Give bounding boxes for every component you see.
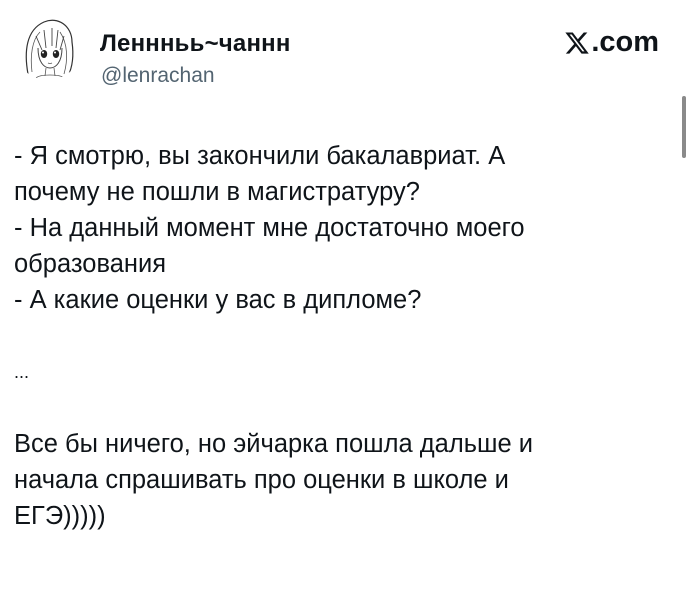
tweet-line: Все бы ничего, но эйчарка пошла дальше и xyxy=(14,430,533,458)
tweet-line: - Я смотрю, вы закончили бакалавриат. А xyxy=(14,142,506,170)
tweet-line: образования xyxy=(14,250,167,278)
avatar[interactable] xyxy=(14,12,82,80)
tweet-line: ... xyxy=(14,362,30,382)
tweet-line: - На данный момент мне достаточно моего xyxy=(14,214,525,242)
tweet-line: начала спрашивать про оценки в школе и xyxy=(14,466,509,494)
tweet-line: ЕГЭ))))) xyxy=(14,502,106,530)
brand-logo: .com xyxy=(564,26,659,59)
x-logo-icon xyxy=(565,31,590,54)
display-name[interactable]: Леннньь~чаннн xyxy=(100,30,291,58)
anime-girl-sketch-avatar-icon xyxy=(14,12,82,80)
tweet-text: - Я смотрю, вы закончили бакалавриат. А … xyxy=(14,138,654,534)
scrollbar[interactable] xyxy=(682,96,686,158)
tweet-line: - А какие оценки у вас в дипломе? xyxy=(14,286,422,314)
tweet-line: почему не пошли в магистратуру? xyxy=(14,178,420,206)
username-handle[interactable]: @lenrachan xyxy=(101,64,215,88)
brand-domain-text: .com xyxy=(591,26,659,58)
